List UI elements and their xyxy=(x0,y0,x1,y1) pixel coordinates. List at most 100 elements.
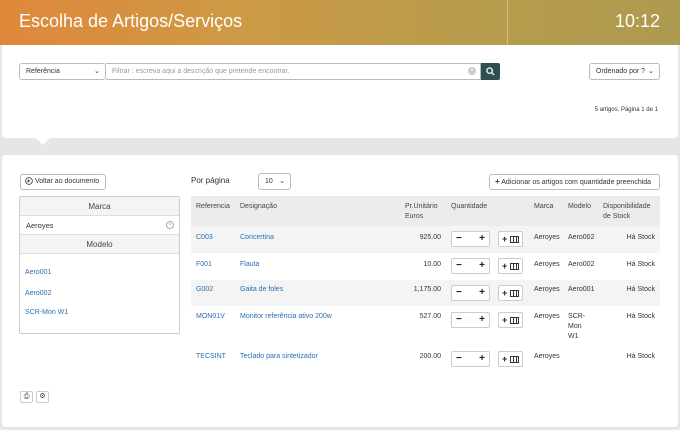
cell-marca: Aeroyes xyxy=(534,234,560,241)
qty-minus-button[interactable]: − xyxy=(456,352,462,366)
add-item-button[interactable]: + xyxy=(498,285,523,301)
cell-desig[interactable]: Flauta xyxy=(240,260,259,270)
print-icon: ⎙ xyxy=(23,393,30,400)
col-modelo: Modelo xyxy=(568,203,591,210)
table-row[interactable]: G002 Gaita de foles 1,175.00 − + + Aeroy… xyxy=(191,280,660,306)
qty-plus-button[interactable]: + xyxy=(479,313,485,327)
per-page-value: 10 xyxy=(265,178,273,185)
quantity-stepper[interactable]: − + xyxy=(451,258,490,274)
cell-ref[interactable]: G002 xyxy=(196,285,213,295)
add-item-button[interactable]: + xyxy=(498,258,523,274)
cell-ref[interactable]: F001 xyxy=(196,260,212,270)
cell-marca: Aeroyes xyxy=(534,353,560,360)
add-filled-label: Adicionar os artigos com quantidade pree… xyxy=(501,179,652,186)
qty-plus-button[interactable]: + xyxy=(479,259,485,273)
back-to-document-button[interactable]: Voltar ao documento xyxy=(20,174,106,190)
col-marca: Marca xyxy=(534,203,554,210)
clear-icon[interactable]: × xyxy=(468,67,476,75)
modelo-item[interactable]: Aero002 xyxy=(25,290,51,297)
cell-desig[interactable]: Monitor referência ativo 200w xyxy=(240,312,332,322)
cell-ref[interactable]: C003 xyxy=(196,233,213,243)
cell-desig[interactable]: Gaita de foles xyxy=(240,285,283,295)
order-select[interactable]: Ordenado por ? ⌄ xyxy=(589,63,660,80)
field-select[interactable]: Referência ⌄ xyxy=(19,63,106,80)
cell-price: 200.00 xyxy=(419,353,441,360)
qty-minus-button[interactable]: − xyxy=(456,313,462,327)
col-price-line2: Euros xyxy=(405,213,424,220)
header-divider xyxy=(507,0,508,45)
print-button[interactable]: ⎙ xyxy=(20,391,33,403)
panel-pointer xyxy=(35,137,51,145)
cell-stock: Há Stock xyxy=(626,313,655,320)
marca-filter-value: Aeroyes xyxy=(26,221,54,230)
search-panel xyxy=(2,45,678,138)
cell-ref[interactable]: MON01V xyxy=(196,312,225,322)
cell-marca: Aeroyes xyxy=(534,313,560,320)
search-input[interactable]: Filtrar : escreva aqui a descrição que p… xyxy=(106,63,481,80)
table-header: Referencia Designação Pr.Unitário Euros … xyxy=(191,196,660,226)
table-row[interactable]: TECSINT Teclado para sintetizador 200.00… xyxy=(191,346,660,372)
plus-icon: + xyxy=(502,288,508,298)
marca-filter-field[interactable]: Aeroyes × xyxy=(20,216,179,235)
plus-icon: + xyxy=(502,315,508,325)
col-ref: Referencia xyxy=(196,203,230,210)
back-label: Voltar ao documento xyxy=(34,178,100,185)
cell-price: 1,175.00 xyxy=(413,286,441,293)
cell-desig[interactable]: Teclado para sintetizador xyxy=(240,352,318,362)
add-to-list-icon xyxy=(510,317,519,324)
cell-stock: Há Stock xyxy=(626,286,655,293)
filter-sidebar: Marca Aeroyes × Modelo Aero001 Aero002 S… xyxy=(19,196,180,334)
plus-icon: + xyxy=(502,261,508,271)
cell-modelo-line: Mon xyxy=(568,323,582,330)
cell-ref[interactable]: TECSINT xyxy=(196,352,226,362)
order-select-value: Ordenado por ? xyxy=(596,68,646,75)
add-item-button[interactable]: + xyxy=(498,231,523,247)
cell-desig[interactable]: Concertina xyxy=(240,233,274,243)
add-to-list-icon xyxy=(510,356,519,363)
table-row[interactable]: C003 Concertina 925.00 − + + Aeroyes Aer… xyxy=(191,226,660,253)
quantity-stepper[interactable]: − + xyxy=(451,285,490,301)
table-row[interactable]: F001 Flauta 10.00 − + + Aeroyes Aero002 … xyxy=(191,253,660,280)
page-title: Escolha de Artigos/Serviços xyxy=(19,11,243,31)
field-select-value: Referência xyxy=(26,68,60,75)
clear-icon[interactable]: × xyxy=(166,221,174,229)
add-to-list-icon xyxy=(510,290,519,297)
add-item-button[interactable]: + xyxy=(498,351,523,367)
add-to-list-icon xyxy=(510,236,519,243)
qty-plus-button[interactable]: + xyxy=(479,232,485,246)
settings-button[interactable]: ⚙ xyxy=(36,391,49,403)
cell-price: 10.00 xyxy=(423,261,441,268)
modelo-item[interactable]: Aero001 xyxy=(25,269,51,276)
cell-stock: Há Stock xyxy=(626,234,655,241)
qty-minus-button[interactable]: − xyxy=(456,286,462,300)
col-price: Pr.Unitário Euros xyxy=(405,202,438,222)
cell-stock: Há Stock xyxy=(626,353,655,360)
per-page-label: Por página xyxy=(191,176,230,185)
col-disp-line2: de Stock xyxy=(603,213,631,220)
quantity-stepper[interactable]: − + xyxy=(451,351,490,367)
qty-plus-button[interactable]: + xyxy=(479,352,485,366)
add-item-button[interactable]: + xyxy=(498,312,523,328)
plus-icon: + xyxy=(495,177,500,186)
quantity-stepper[interactable]: − + xyxy=(451,312,490,328)
cell-stock: Há Stock xyxy=(626,261,655,268)
chevron-down-icon: ⌄ xyxy=(94,68,100,75)
add-filled-items-button[interactable]: + Adicionar os artigos com quantidade pr… xyxy=(489,174,660,190)
qty-plus-button[interactable]: + xyxy=(479,286,485,300)
gear-icon: ⚙ xyxy=(39,393,46,400)
per-page-select[interactable]: 10 ⌄ xyxy=(258,173,291,190)
qty-minus-button[interactable]: − xyxy=(456,232,462,246)
back-arrow-icon xyxy=(25,177,33,185)
cell-modelo: Aero002 xyxy=(568,261,595,268)
modelo-item[interactable]: SCR-Mon W1 xyxy=(25,309,68,316)
search-icon xyxy=(486,67,495,76)
qty-minus-button[interactable]: − xyxy=(456,259,462,273)
quantity-stepper[interactable]: − + xyxy=(451,231,490,247)
cell-marca: Aeroyes xyxy=(534,261,560,268)
col-qty: Quantidade xyxy=(451,203,488,210)
cell-modelo: SCR- Mon W1 xyxy=(568,312,585,342)
table-row[interactable]: MON01V Monitor referência ativo 200w 527… xyxy=(191,306,660,346)
search-placeholder: Filtrar : escreva aqui a descrição que p… xyxy=(112,68,290,75)
chevron-down-icon: ⌄ xyxy=(648,68,654,75)
search-button[interactable] xyxy=(481,63,500,80)
